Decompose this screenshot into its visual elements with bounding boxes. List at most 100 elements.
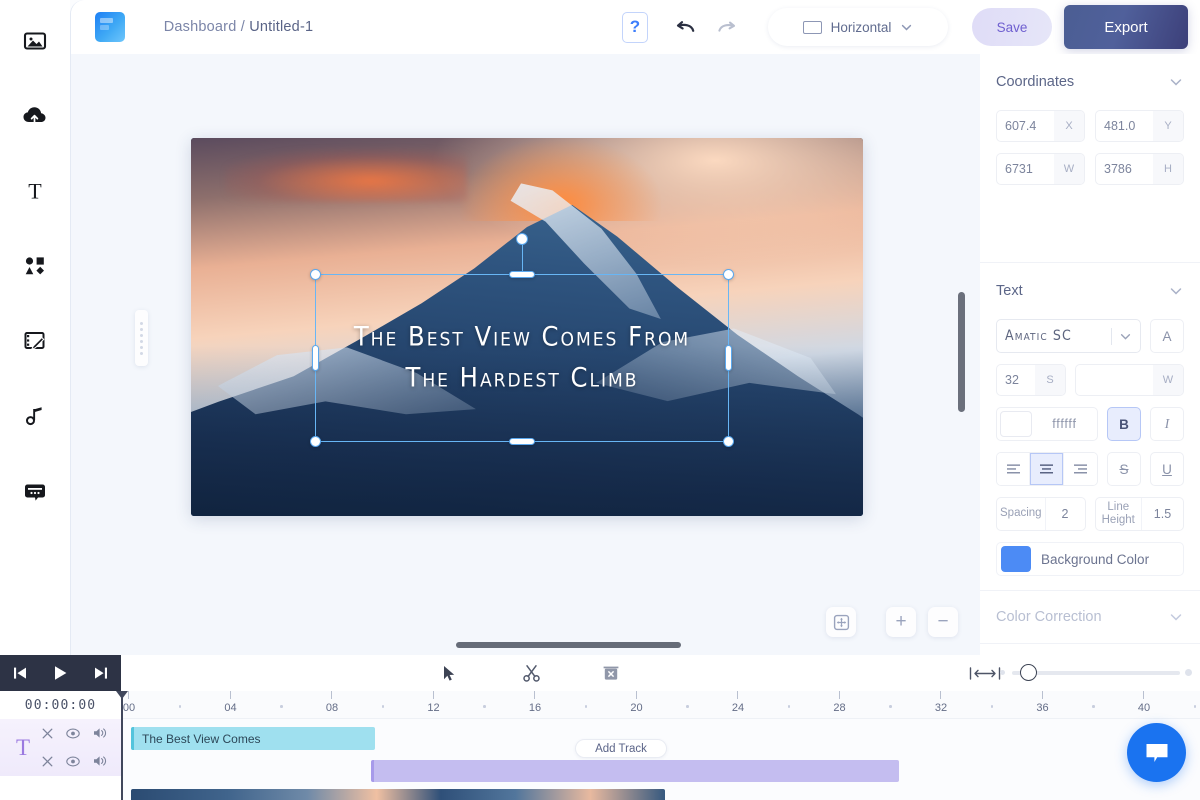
track-visibility-button-2[interactable] [66,756,80,767]
text-selection-box[interactable]: The Best View Comes From The Hardest Cli… [315,274,729,442]
x-field[interactable]: X [996,110,1085,142]
ruler-tick-label: 16 [525,702,545,714]
breadcrumb-root[interactable]: Dashboard [164,19,237,35]
split-tool-button[interactable] [509,664,553,683]
text-section-header[interactable]: Text [996,263,1184,319]
export-button[interactable]: Export [1064,5,1188,49]
line-height-value[interactable]: 1.5 [1141,498,1183,530]
track-close-button-2[interactable] [42,756,53,767]
timeline-text-clip[interactable]: The Best View Comes [131,727,375,750]
select-tool-button[interactable] [427,665,471,682]
track-visibility-button[interactable] [66,728,80,739]
sidebar-item-audio[interactable] [12,393,58,439]
resize-handle-top[interactable] [509,271,535,278]
orientation-dropdown[interactable]: Horizontal [768,8,948,46]
coordinates-section-header[interactable]: Coordinates [996,54,1184,110]
skip-next-button[interactable] [92,664,110,682]
text-color-field[interactable]: ffffff [996,407,1098,441]
breadcrumb-document[interactable]: Untitled-1 [249,19,313,35]
resize-handle-right[interactable] [725,345,732,371]
align-right-button[interactable] [1064,453,1097,485]
properties-panel: Coordinates X Y [980,54,1200,655]
add-track-button[interactable]: Add Track [575,739,667,758]
chat-support-button[interactable] [1127,723,1186,782]
zoom-slider-handle[interactable] [1020,664,1037,681]
align-center-button[interactable] [1030,453,1063,485]
font-size-input[interactable] [997,365,1035,395]
color-correction-section-header[interactable]: Color Correction [996,591,1184,643]
sidebar-item-subtitles[interactable] [12,468,58,514]
ruler-tick: 40 [1143,691,1144,699]
font-family-select[interactable]: Amatic SC [996,319,1141,353]
save-button[interactable]: Save [972,8,1052,46]
font-size-field[interactable]: S [996,364,1066,396]
sidebar-item-text[interactable]: T [12,168,58,214]
y-field[interactable]: Y [1095,110,1184,142]
text-color-swatch[interactable] [1000,411,1032,437]
canvas-horizontal-scrollbar[interactable] [456,642,681,648]
x-input[interactable] [997,111,1054,141]
sidebar-item-upload[interactable] [12,93,58,139]
fit-to-screen-button[interactable] [826,607,856,637]
canvas-vertical-scrollbar[interactable] [958,292,965,412]
canvas-overlay-text[interactable]: The Best View Comes From The Hardest Cli… [316,318,728,399]
chevron-down-icon[interactable] [1168,609,1184,625]
height-field[interactable]: H [1095,153,1184,185]
redo-button[interactable] [706,11,746,43]
text-section: Text Amatic SC A [980,263,1200,591]
italic-button[interactable]: I [1150,407,1184,441]
chevron-down-icon[interactable] [1168,74,1184,90]
font-weight-input[interactable] [1076,365,1153,395]
track-volume-button[interactable] [93,727,107,739]
playhead[interactable] [121,691,123,800]
eye-icon [66,756,80,767]
ruler-subtick [991,705,994,708]
align-left-button[interactable] [997,453,1030,485]
resize-handle-top-left[interactable] [310,269,321,280]
timeline-audio-clip[interactable] [371,760,899,782]
left-panel-resize-grip[interactable] [135,310,148,366]
resize-handle-bottom-right[interactable] [723,436,734,447]
resize-handle-left[interactable] [312,345,319,371]
resize-handle-bottom[interactable] [509,438,535,445]
sidebar-item-elements[interactable] [12,243,58,289]
bold-button[interactable]: B [1107,407,1141,441]
fit-timeline-button[interactable] [968,666,1002,681]
align-decoration-row: S U [996,452,1184,486]
underline-button[interactable]: U [1150,452,1184,486]
chevron-down-icon[interactable] [1168,283,1184,299]
timeline-video-clip[interactable] [131,789,665,800]
font-weight-field[interactable]: W [1075,364,1184,396]
delete-tool-button[interactable] [589,664,633,682]
width-input[interactable] [997,154,1054,184]
letter-spacing-value[interactable]: 2 [1045,498,1085,530]
zoom-out-button[interactable]: − [928,607,958,637]
rotate-handle[interactable] [516,233,528,245]
strikethrough-button[interactable]: S [1107,452,1141,486]
canvas-workspace[interactable]: The Best View Comes From The Hardest Cli… [71,54,980,655]
line-height-field[interactable]: Line Height 1.5 [1095,497,1185,531]
zoom-in-button[interactable]: + [886,607,916,637]
timeline-tracks[interactable]: The Best View Comes Add Track [121,719,1200,800]
track-close-button[interactable] [42,728,53,739]
undo-button[interactable] [666,11,706,43]
background-color-swatch[interactable] [1001,546,1031,572]
resize-handle-top-right[interactable] [723,269,734,280]
letter-spacing-field[interactable]: Spacing 2 [996,497,1086,531]
help-button[interactable]: ? [622,12,648,43]
y-input[interactable] [1096,111,1153,141]
sidebar-item-effects[interactable] [12,318,58,364]
width-field[interactable]: W [996,153,1085,185]
font-style-button[interactable]: A [1150,319,1184,353]
track-volume-button-2[interactable] [93,755,107,767]
timeline-ruler[interactable]: 0004081216202428323640 [121,691,1200,719]
background-color-row[interactable]: Background Color [996,542,1184,576]
resize-handle-bottom-left[interactable] [310,436,321,447]
skip-previous-button[interactable] [11,664,29,682]
height-input[interactable] [1096,154,1153,184]
play-button[interactable] [50,663,70,683]
timeline-zoom-slider[interactable] [1012,671,1180,675]
sidebar-item-media[interactable] [12,18,58,64]
preview-canvas[interactable]: The Best View Comes From The Hardest Cli… [191,138,863,516]
height-unit-label: H [1153,154,1183,184]
